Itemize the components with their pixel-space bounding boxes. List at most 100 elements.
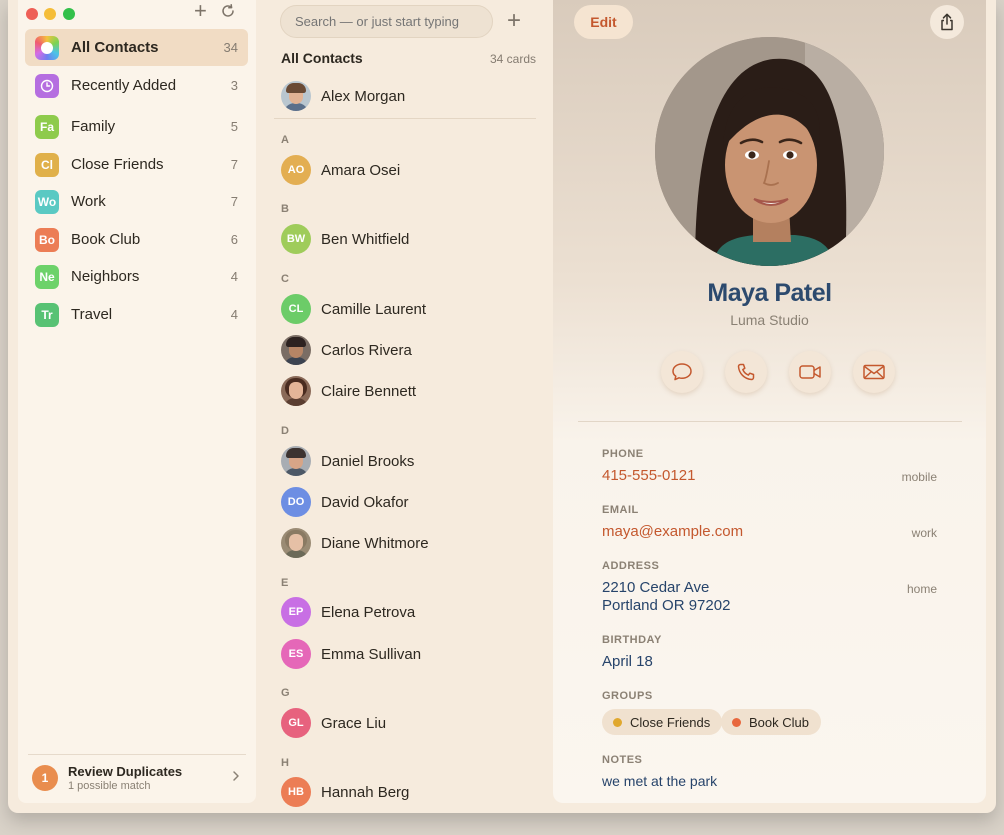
video-icon[interactable] <box>789 351 831 393</box>
sidebar-item-close-friends[interactable]: Cl Close Friends 7 <box>25 146 248 183</box>
contact-name: Amara Osei <box>321 162 401 179</box>
list-item[interactable]: Diane Whitmore <box>274 524 536 562</box>
notes-label: NOTES <box>602 754 643 766</box>
avatar: BW <box>281 224 311 254</box>
section-letter: G <box>281 687 291 699</box>
duplicate-count-badge: 1 <box>32 765 58 791</box>
list-item[interactable]: EP Elena Petrova <box>274 593 536 631</box>
contact-name: Ben Whitfield <box>321 231 410 248</box>
sidebar-item-travel[interactable]: Tr Travel 4 <box>25 296 248 333</box>
email-value[interactable]: maya@example.com <box>602 523 743 540</box>
avatar: DO <box>281 487 311 517</box>
address-line-1[interactable]: 2210 Cedar Ave <box>602 579 709 596</box>
sidebar-item-recently-added[interactable]: Recently Added 3 <box>25 67 248 104</box>
avatar: ES <box>281 639 311 669</box>
section-letter: B <box>281 203 290 215</box>
avatar <box>281 446 311 476</box>
rainbow-ring-icon <box>35 35 59 60</box>
section-letter: D <box>281 425 290 437</box>
group-chip-label: Close Friends <box>630 714 711 730</box>
detail-divider <box>578 421 962 422</box>
avatar <box>281 376 311 406</box>
section-letter: H <box>281 757 290 769</box>
avatar: HB <box>281 777 311 807</box>
address-line-2[interactable]: Portland OR 97202 <box>602 597 730 614</box>
avatar: EP <box>281 597 311 627</box>
sidebar-item-count: 34 <box>223 40 238 55</box>
list-item[interactable]: BW Ben Whitfield <box>274 220 536 258</box>
address-type: home <box>906 582 937 596</box>
group-badge: Wo <box>35 189 59 214</box>
sidebar-item-family[interactable]: Fa Family 5 <box>25 108 248 145</box>
close-window-button[interactable] <box>26 8 38 20</box>
clock-icon <box>35 73 59 98</box>
section-letter: A <box>281 134 290 146</box>
sidebar-item-count: 7 <box>230 157 238 172</box>
sidebar-item-count: 5 <box>230 119 238 134</box>
group-chip-book-club[interactable]: Book Club <box>721 709 821 735</box>
chevron-right-icon <box>232 769 240 785</box>
group-chip-label: Book Club <box>749 714 809 730</box>
contact-name: Hannah Berg <box>321 784 410 801</box>
phone-icon[interactable] <box>725 351 767 393</box>
sidebar-item-label: Recently Added <box>71 77 177 94</box>
contact-name: Claire Bennett <box>321 383 417 400</box>
add-group-icon[interactable]: + <box>194 0 207 22</box>
section-letter: C <box>281 273 290 285</box>
list-item[interactable]: AO Amara Osei <box>274 151 536 189</box>
mail-icon[interactable] <box>853 351 895 393</box>
contact-name: Carlos Rivera <box>321 342 412 359</box>
sidebar-item-count: 4 <box>230 307 238 322</box>
my-card-row[interactable]: Alex Morgan <box>274 77 536 115</box>
sidebar: + All Contacts 34 Recently Added 3 Fa Fa… <box>18 0 256 803</box>
sidebar-item-label: Travel <box>71 306 113 323</box>
review-duplicates-button[interactable]: 1 Review Duplicates 1 possible match <box>28 754 246 798</box>
phone-value[interactable]: 415-555-0121 <box>602 467 695 484</box>
avatar: CL <box>281 294 311 324</box>
add-contact-icon[interactable]: + <box>507 8 521 34</box>
message-icon[interactable] <box>661 351 703 393</box>
sidebar-item-work[interactable]: Wo Work 7 <box>25 183 248 220</box>
sidebar-item-label: Book Club <box>71 231 141 248</box>
minimize-window-button[interactable] <box>44 8 56 20</box>
sync-icon[interactable] <box>220 3 236 23</box>
sidebar-item-all-contacts[interactable]: All Contacts 34 <box>25 29 248 66</box>
list-item[interactable]: DO David Okafor <box>274 483 536 521</box>
group-color-dot <box>613 717 622 727</box>
contact-company: Luma Studio <box>730 312 809 328</box>
sidebar-item-count: 7 <box>230 194 238 209</box>
sidebar-item-label: All Contacts <box>71 39 159 56</box>
contact-name: Elena Petrova <box>321 604 416 621</box>
sidebar-item-label: Neighbors <box>71 268 140 285</box>
contact-name: David Okafor <box>321 494 409 511</box>
sidebar-item-count: 6 <box>230 232 238 247</box>
list-heading: All Contacts <box>281 50 363 66</box>
group-color-dot <box>732 717 741 727</box>
sidebar-item-count: 4 <box>230 269 238 284</box>
notes-value[interactable]: we met at the park <box>602 773 717 789</box>
contact-photo[interactable] <box>655 37 884 266</box>
avatar: GL <box>281 708 311 738</box>
contact-name: Grace Liu <box>321 715 387 732</box>
review-duplicates-title: Review Duplicates <box>68 764 183 779</box>
edit-button[interactable]: Edit <box>574 5 633 39</box>
birthday-value: April 18 <box>602 653 653 670</box>
list-item[interactable]: Claire Bennett <box>274 372 536 410</box>
list-item[interactable]: ES Emma Sullivan <box>274 635 536 673</box>
sidebar-item-book-club[interactable]: Bo Book Club 6 <box>25 221 248 258</box>
sidebar-item-neighbors[interactable]: Ne Neighbors 4 <box>25 258 248 295</box>
list-item[interactable]: CL Camille Laurent <box>274 290 536 328</box>
group-badge: Fa <box>35 114 59 139</box>
list-item[interactable]: HB Hannah Berg <box>274 773 536 811</box>
contact-full-name: Maya Patel <box>707 279 832 307</box>
share-icon[interactable] <box>930 5 964 39</box>
list-item[interactable]: GL Grace Liu <box>274 704 536 742</box>
zoom-window-button[interactable] <box>63 8 75 20</box>
search-input[interactable] <box>280 5 493 38</box>
list-item[interactable]: Daniel Brooks <box>274 442 536 480</box>
list-item[interactable]: Carlos Rivera <box>274 331 536 369</box>
group-chip-close-friends[interactable]: Close Friends <box>602 709 723 735</box>
app-window: + All Contacts 34 Recently Added 3 Fa Fa… <box>8 0 996 813</box>
email-type: work <box>911 526 937 540</box>
contact-detail-pane: Edit Maya Patel Luma Studio PHONE 415-55… <box>553 0 986 803</box>
